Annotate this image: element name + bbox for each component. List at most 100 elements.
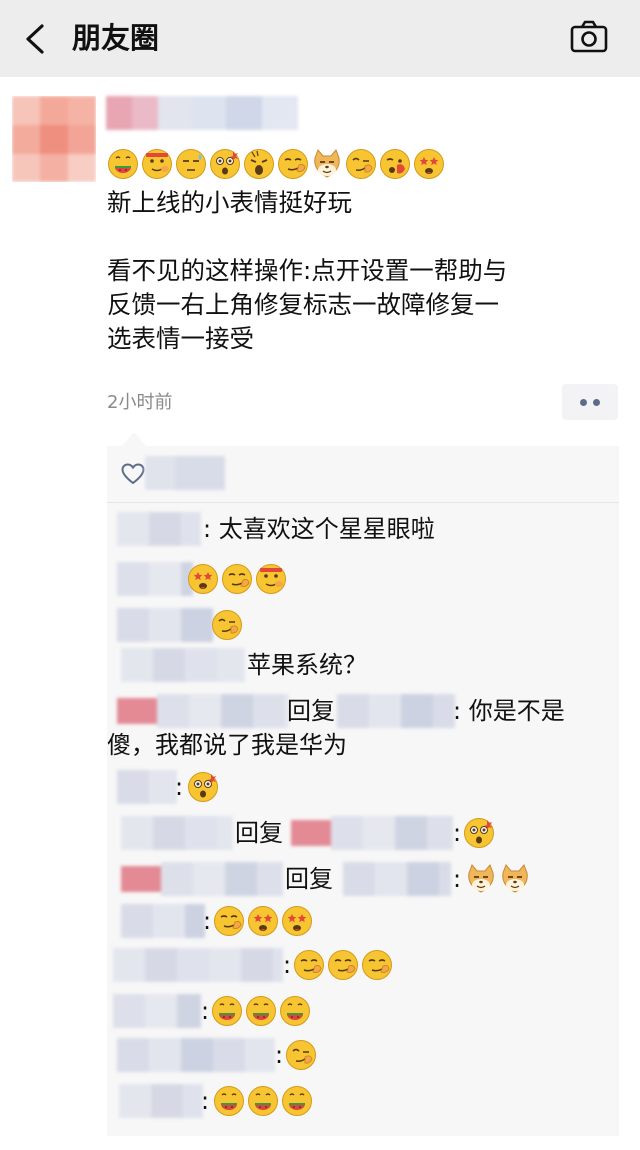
comment-emoji-row <box>293 949 393 981</box>
doge-face-icon <box>468 864 494 893</box>
page-title: 朋友圈 <box>72 21 160 55</box>
smirk-face-icon <box>212 610 242 640</box>
top-bar: 朋友圈 <box>0 0 640 77</box>
comment-text-continued: 傻，我都说了我是华为 <box>107 731 347 759</box>
watermelon-face-icon <box>282 1086 312 1116</box>
comment-text: : <box>275 1041 284 1069</box>
post-author-name[interactable] <box>106 96 298 130</box>
comment-text: : <box>175 773 184 801</box>
wow-face-icon <box>464 818 494 848</box>
commenter-name[interactable] <box>119 1084 203 1118</box>
star-eyes-face-icon <box>414 149 444 179</box>
reply-label: 回复 <box>235 819 283 847</box>
commenter-name[interactable] <box>117 608 213 642</box>
liker-name[interactable] <box>145 456 225 490</box>
comment-emoji-row <box>187 771 219 803</box>
comment-row[interactable]: : 太喜欢这个星星眼啦 <box>107 512 619 550</box>
smirk-face-icon <box>286 1040 316 1070</box>
smug-face-icon <box>214 906 244 936</box>
post-time: 2小时前 <box>107 392 173 413</box>
comment-emoji-row <box>211 995 311 1027</box>
comment-emoji-row <box>285 1039 317 1071</box>
wow-face-icon <box>210 149 240 179</box>
star-eyes-face-icon <box>282 906 312 936</box>
cry-face-icon <box>244 149 274 179</box>
watermelon-face-icon <box>108 149 138 179</box>
post-text: 新上线的小表情挺好玩 看不见的这样操作:点开设置一帮助与 反馈一右上角修复标志一… <box>107 188 508 353</box>
comment-box-caret <box>122 432 146 446</box>
star-eyes-face-icon <box>188 564 218 594</box>
comment-emoji-row <box>213 1085 313 1117</box>
comment-emoji-row <box>211 609 243 641</box>
commenter-name[interactable] <box>117 562 193 596</box>
comment-text: : 太喜欢这个星星眼啦 <box>203 515 435 543</box>
dot-icon <box>580 398 587 406</box>
comment-text: : <box>283 951 292 979</box>
comment-text: 苹果系统？ <box>247 651 367 679</box>
comment-row[interactable]: : <box>107 904 619 942</box>
comment-row[interactable]: 回复: <box>107 816 619 854</box>
commenter-name[interactable] <box>121 648 245 682</box>
watermelon-face-icon <box>212 996 242 1026</box>
more-actions-button[interactable] <box>562 384 618 420</box>
smug-face-icon <box>222 564 252 594</box>
camera-icon[interactable] <box>568 18 610 56</box>
sweat-face-icon <box>176 149 206 179</box>
commenter-name[interactable] <box>121 816 233 850</box>
commenter-name[interactable] <box>113 994 201 1028</box>
comment-text: : <box>453 819 462 847</box>
commenter-name[interactable] <box>117 512 201 546</box>
commenter-name[interactable] <box>337 694 455 728</box>
likes-row <box>107 446 619 503</box>
smug-face-icon <box>294 950 324 980</box>
star-eyes-face-icon <box>248 906 278 936</box>
commenter-name[interactable] <box>291 816 453 850</box>
watermelon-face-icon <box>246 996 276 1026</box>
comments-panel: : 太喜欢这个星星眼啦 苹果系统？ 回复 : 你是不是 傻，我都说了我是华为: 回… <box>107 446 619 1136</box>
smug-face-icon <box>362 950 392 980</box>
smug-face-icon <box>278 149 308 179</box>
comment-row[interactable]: 回复: <box>107 862 619 900</box>
comment-row[interactable]: 回复 : 你是不是傻，我都说了我是华为 <box>107 694 619 766</box>
comment-text: : <box>203 907 212 935</box>
reply-label: 回复 <box>285 865 333 893</box>
doge-face-icon <box>314 149 340 178</box>
chevron-left-icon[interactable] <box>22 22 52 56</box>
commenter-name[interactable] <box>113 948 283 982</box>
commenter-name[interactable] <box>121 904 205 938</box>
watermelon-face-icon <box>214 1086 244 1116</box>
commenter-name[interactable] <box>121 862 283 896</box>
heart-icon <box>121 463 145 485</box>
comment-row[interactable]: : <box>107 770 619 808</box>
avatar[interactable] <box>12 96 96 182</box>
watermelon-face-icon <box>248 1086 278 1116</box>
reply-label: 回复 <box>287 697 335 725</box>
comment-emoji-row <box>213 905 313 937</box>
comment-row[interactable]: : <box>107 1038 619 1076</box>
comment-text: : <box>453 865 462 893</box>
salute-face-icon <box>142 149 172 179</box>
comment-row[interactable]: : <box>107 1084 619 1122</box>
comment-text: : 你是不是 <box>453 697 565 725</box>
watermelon-face-icon <box>280 996 310 1026</box>
comment-row[interactable]: : <box>107 994 619 1032</box>
post-emoji-row <box>107 148 445 180</box>
comment-text: : <box>201 997 210 1025</box>
wow-face-icon <box>188 772 218 802</box>
comment-row[interactable] <box>107 608 619 646</box>
commenter-name[interactable] <box>343 862 451 896</box>
commenter-name[interactable] <box>117 770 177 804</box>
smirk-face-icon <box>346 149 376 179</box>
commenter-name[interactable] <box>117 694 289 728</box>
doge-face-icon <box>502 864 528 893</box>
comment-row[interactable]: : <box>107 948 619 986</box>
comment-row[interactable] <box>107 562 619 600</box>
hand-face-icon <box>380 149 410 179</box>
dot-icon <box>593 398 600 406</box>
comment-emoji-row <box>463 817 495 849</box>
comment-row[interactable]: 苹果系统？ <box>107 648 619 686</box>
comment-emoji-row <box>187 563 287 595</box>
smug-face-icon <box>328 950 358 980</box>
commenter-name[interactable] <box>117 1038 275 1072</box>
comment-text: : <box>201 1087 210 1115</box>
